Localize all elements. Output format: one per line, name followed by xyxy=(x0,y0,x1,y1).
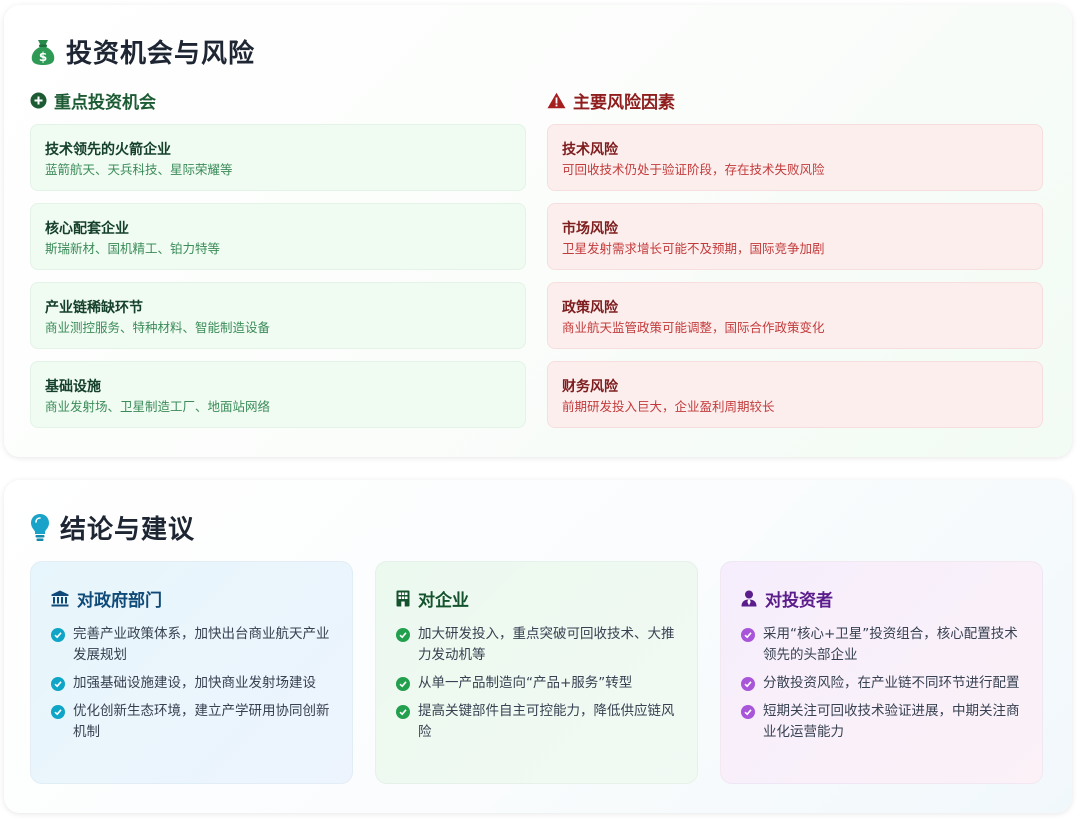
opportunity-desc: 蓝箭航天、天兵科技、星际荣耀等 xyxy=(45,162,233,177)
user-tie-icon xyxy=(741,590,757,607)
government-heading: 对政府部门 xyxy=(51,586,332,611)
check-circle-icon xyxy=(741,705,755,719)
opportunity-card: 基础设施 商业发射场、卫星制造工厂、地面站网络 xyxy=(30,361,526,428)
check-circle-icon xyxy=(51,677,65,691)
risks-heading: 主要风险因素 xyxy=(547,88,675,113)
government-heading-text: 对政府部门 xyxy=(77,591,162,611)
check-circle-icon xyxy=(741,677,755,691)
invest-section: $ 投资机会与风险 重点投资机会 主要风险因素 技术领先的火箭企业 蓝箭航天、天… xyxy=(4,5,1072,457)
list-item-text: 优化创新生态环境，建立产学研用协同创新机制 xyxy=(73,703,330,740)
opportunity-title: 基础设施 xyxy=(45,379,101,395)
conclusion-title-text: 结论与建议 xyxy=(60,515,196,545)
risk-card: 技术风险 可回收技术仍处于验证阶段，存在技术失败风险 xyxy=(547,124,1043,191)
list-item: 提高关键部件自主可控能力，降低供应链风险 xyxy=(396,701,677,743)
plus-circle-icon xyxy=(30,92,47,109)
opportunity-desc: 斯瑞新材、国机精工、铂力特等 xyxy=(45,241,221,256)
risk-card: 市场风险 卫星发射需求增长可能不及预期，国际竞争加剧 xyxy=(547,203,1043,270)
list-item-text: 加大研发投入，重点突破可回收技术、大推力发动机等 xyxy=(418,626,675,663)
list-item-text: 提高关键部件自主可控能力，降低供应链风险 xyxy=(418,703,675,740)
list-item-text: 完善产业政策体系，加快出台商业航天产业发展规划 xyxy=(73,626,330,663)
list-item: 短期关注可回收技术验证进展，中期关注商业化运营能力 xyxy=(741,701,1022,743)
list-item: 采用“核心+卫星”投资组合，核心配置技术领先的头部企业 xyxy=(741,624,1022,666)
opportunity-card: 核心配套企业 斯瑞新材、国机精工、铂力特等 xyxy=(30,203,526,270)
investor-heading: 对投资者 xyxy=(741,586,1022,611)
svg-text:$: $ xyxy=(39,50,47,64)
check-circle-icon xyxy=(396,677,410,691)
building-icon xyxy=(396,590,410,607)
check-circle-icon xyxy=(51,705,65,719)
list-item-text: 加强基础设施建设，加快商业发射场建设 xyxy=(73,675,316,691)
opportunity-title: 技术领先的火箭企业 xyxy=(45,142,171,158)
opportunity-card: 技术领先的火箭企业 蓝箭航天、天兵科技、星际荣耀等 xyxy=(30,124,526,191)
risk-desc: 卫星发射需求增长可能不及预期，国际竞争加剧 xyxy=(562,241,825,256)
list-item: 加大研发投入，重点突破可回收技术、大推力发动机等 xyxy=(396,624,677,666)
opportunities-heading-text: 重点投资机会 xyxy=(54,93,156,113)
list-item: 完善产业政策体系，加快出台商业航天产业发展规划 xyxy=(51,624,332,666)
list-item-text: 分散投资风险，在产业链不同环节进行配置 xyxy=(763,675,1020,691)
list-item: 加强基础设施建设，加快商业发射场建设 xyxy=(51,673,332,694)
landmark-icon xyxy=(51,590,69,607)
risk-title: 政策风险 xyxy=(562,300,618,316)
opportunity-desc: 商业测控服务、特种材料、智能制造设备 xyxy=(45,320,271,335)
invest-section-title: $ 投资机会与风险 xyxy=(30,33,255,70)
risk-card: 政策风险 商业航天监管政策可能调整，国际合作政策变化 xyxy=(547,282,1043,349)
list-item: 分散投资风险，在产业链不同环节进行配置 xyxy=(741,673,1022,694)
check-circle-icon xyxy=(396,628,410,642)
opportunity-desc: 商业发射场、卫星制造工厂、地面站网络 xyxy=(45,399,271,414)
invest-title-text: 投资机会与风险 xyxy=(66,39,256,69)
risk-desc: 商业航天监管政策可能调整，国际合作政策变化 xyxy=(562,320,825,335)
list-item-text: 短期关注可回收技术验证进展，中期关注商业化运营能力 xyxy=(763,703,1020,740)
government-panel: 对政府部门 完善产业政策体系，加快出台商业航天产业发展规划 加强基础设施建设，加… xyxy=(30,561,353,784)
lightbulb-icon xyxy=(31,513,49,541)
check-circle-icon xyxy=(51,628,65,642)
check-circle-icon xyxy=(396,705,410,719)
opportunity-title: 核心配套企业 xyxy=(45,221,129,237)
enterprise-heading: 对企业 xyxy=(396,586,677,611)
risk-desc: 前期研发投入巨大，企业盈利周期较长 xyxy=(562,399,775,414)
risks-heading-text: 主要风险因素 xyxy=(573,93,675,113)
risk-title: 财务风险 xyxy=(562,379,618,395)
risk-title: 技术风险 xyxy=(562,142,618,158)
list-item-text: 采用“核心+卫星”投资组合，核心配置技术领先的头部企业 xyxy=(763,626,1018,663)
opportunity-title: 产业链稀缺环节 xyxy=(45,300,143,316)
opportunities-heading: 重点投资机会 xyxy=(30,88,156,113)
list-item: 优化创新生态环境，建立产学研用协同创新机制 xyxy=(51,701,332,743)
investor-heading-text: 对投资者 xyxy=(765,591,833,611)
conclusion-section: 结论与建议 对政府部门 完善产业政策体系，加快出台商业航天产业发展规划 加强基础… xyxy=(4,480,1072,813)
list-item: 从单一产品制造向“产品+服务”转型 xyxy=(396,673,677,694)
money-bag-icon: $ xyxy=(31,39,55,65)
check-circle-icon xyxy=(741,628,755,642)
enterprise-heading-text: 对企业 xyxy=(418,591,469,611)
risk-title: 市场风险 xyxy=(562,221,618,237)
list-item-text: 从单一产品制造向“产品+服务”转型 xyxy=(418,675,633,691)
opportunity-card: 产业链稀缺环节 商业测控服务、特种材料、智能制造设备 xyxy=(30,282,526,349)
conclusion-section-title: 结论与建议 xyxy=(30,509,195,546)
risk-desc: 可回收技术仍处于验证阶段，存在技术失败风险 xyxy=(562,162,825,177)
investor-panel: 对投资者 采用“核心+卫星”投资组合，核心配置技术领先的头部企业 分散投资风险，… xyxy=(720,561,1043,784)
warning-triangle-icon xyxy=(547,92,566,109)
risk-card: 财务风险 前期研发投入巨大，企业盈利周期较长 xyxy=(547,361,1043,428)
enterprise-panel: 对企业 加大研发投入，重点突破可回收技术、大推力发动机等 从单一产品制造向“产品… xyxy=(375,561,698,784)
